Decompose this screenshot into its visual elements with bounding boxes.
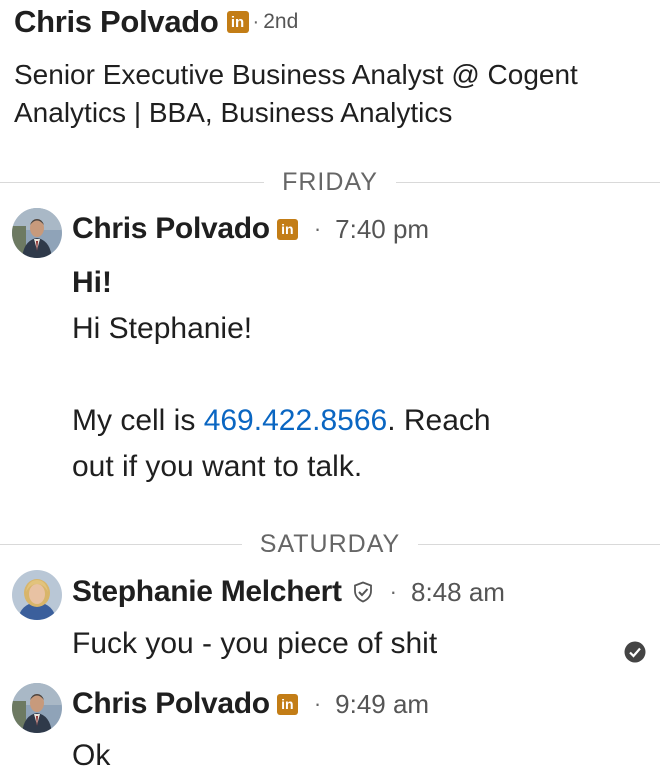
message-body: Hi! Hi Stephanie! My cell is 469.422.856… xyxy=(72,260,632,490)
contact-headline: Senior Executive Business Analyst @ Coge… xyxy=(14,59,578,128)
separator-dot: · xyxy=(313,691,322,716)
avatar-chris-icon xyxy=(12,208,62,258)
day-divider-saturday: SATURDAY xyxy=(0,529,660,559)
message-time: 7:40 pm xyxy=(335,213,430,244)
avatar[interactable] xyxy=(12,570,62,620)
day-divider-friday: FRIDAY xyxy=(0,167,660,197)
verified-shield-icon xyxy=(352,581,374,603)
message-line: My cell is 469.422.8566. Reach xyxy=(72,398,632,444)
message-subject: Hi! xyxy=(72,266,112,299)
linkedin-premium-icon: in xyxy=(276,218,298,240)
linkedin-premium-icon: in xyxy=(226,11,249,33)
header-name-row: Chris Polvado in · 2nd xyxy=(14,0,654,44)
phone-link[interactable]: 469.422.8566 xyxy=(204,404,388,437)
message-time: 9:49 am xyxy=(335,688,430,719)
message-text: My cell is xyxy=(72,404,204,437)
contact-name[interactable]: Chris Polvado xyxy=(14,4,219,40)
separator-dot: · xyxy=(389,579,397,604)
avatar[interactable] xyxy=(12,208,62,258)
linkedin-premium-icon: in xyxy=(276,693,298,715)
day-label: SATURDAY xyxy=(259,529,401,558)
divider-line xyxy=(0,543,242,545)
sender-name[interactable]: Stephanie Melchert xyxy=(72,575,342,609)
avatar-chris-icon xyxy=(12,683,62,733)
message-header: Stephanie Melchert · 8:48 am xyxy=(72,572,505,612)
message-line: Ok xyxy=(72,739,111,772)
avatar[interactable] xyxy=(12,683,62,733)
sender-name[interactable]: Chris Polvado xyxy=(72,212,270,246)
message-body: Fuck you - you piece of shit xyxy=(72,621,632,667)
divider-line xyxy=(395,181,660,183)
conversation-header: Chris Polvado in · 2nd Senior Executive … xyxy=(14,0,654,132)
divider-line xyxy=(0,181,265,183)
separator-dot: · xyxy=(313,216,322,241)
read-receipt-check-icon xyxy=(624,641,646,663)
divider-line xyxy=(418,543,660,545)
sender-name[interactable]: Chris Polvado xyxy=(72,687,270,721)
message-header: Chris Polvado in · 7:40 pm xyxy=(72,209,429,249)
message-line: out if you want to talk. xyxy=(72,450,363,483)
message-line: Hi Stephanie! xyxy=(72,312,253,345)
message-body: Ok xyxy=(72,733,632,779)
separator-dot: · xyxy=(252,10,260,33)
message-line: Fuck you - you piece of shit xyxy=(72,627,438,660)
message-text: . Reach xyxy=(387,404,491,437)
message-time: 8:48 am xyxy=(411,576,505,607)
day-label: FRIDAY xyxy=(282,167,378,196)
connection-degree: 2nd xyxy=(263,10,299,33)
avatar-stephanie-icon xyxy=(12,570,62,620)
message-header: Chris Polvado in · 9:49 am xyxy=(72,684,429,724)
